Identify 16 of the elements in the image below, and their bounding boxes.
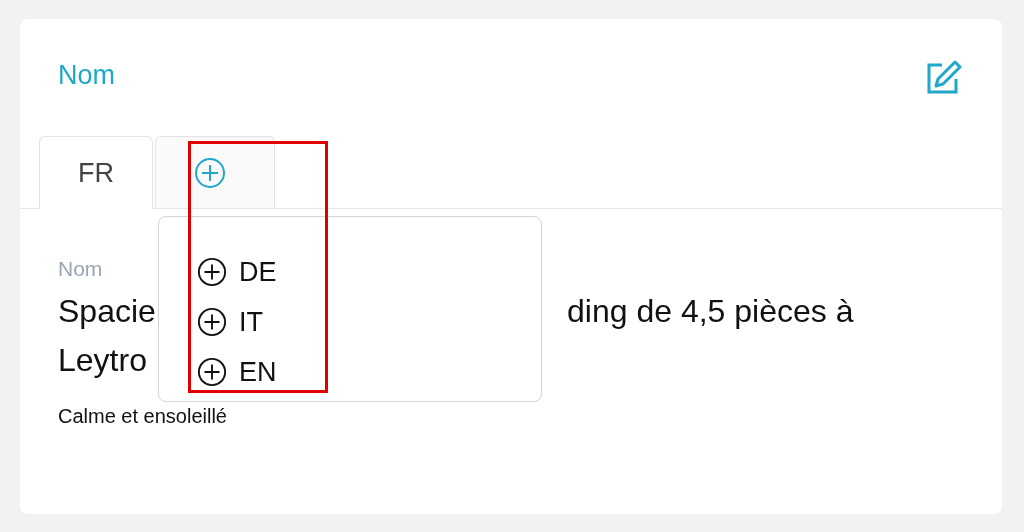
add-icon [197, 357, 227, 387]
add-icon [197, 307, 227, 337]
language-option[interactable]: EN [197, 347, 307, 397]
field-label: Nom [58, 257, 103, 281]
field-value: ding de 4,5 pièces à [567, 293, 854, 329]
field-note: Calme et ensoleillé [58, 405, 227, 428]
add-icon [197, 257, 227, 287]
language-option[interactable]: IT [197, 297, 307, 347]
field-value: Spacie [58, 293, 156, 329]
add-tab[interactable] [155, 136, 275, 208]
edit-icon[interactable] [926, 58, 962, 95]
field-value: Leytro [58, 342, 147, 378]
card-title: Nom [58, 60, 115, 91]
language-tab[interactable]: FR [39, 136, 153, 209]
language-option[interactable]: DE [197, 247, 307, 297]
add-icon [194, 156, 226, 189]
